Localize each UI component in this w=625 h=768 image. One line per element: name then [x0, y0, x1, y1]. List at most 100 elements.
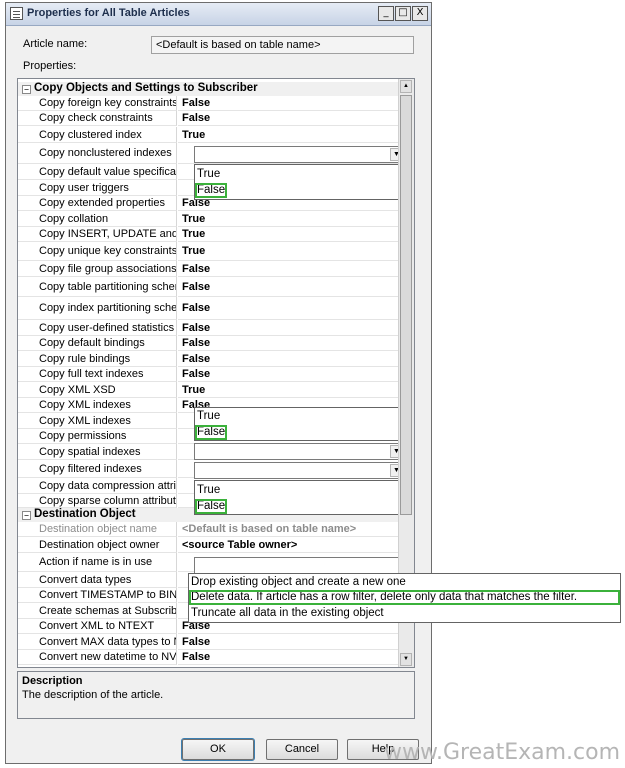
property-name: Copy sparse column attribute: [18, 494, 177, 508]
property-value[interactable]: False: [178, 277, 400, 297]
property-row[interactable]: Copy table partitioning schemesFalse: [18, 277, 400, 297]
property-value[interactable]: <source Table owner>: [178, 537, 400, 553]
property-name: Copy permissions: [18, 429, 177, 444]
action-option-delete-selected[interactable]: Delete data. If article has a row filter…: [189, 590, 620, 605]
nonclustered-indexes-dropdown[interactable]: ▼: [194, 146, 405, 163]
property-value[interactable]: True: [178, 242, 400, 261]
title-bar: Properties for All Table Articles _ □ X: [6, 3, 431, 26]
scroll-thumb[interactable]: [400, 95, 412, 515]
property-row[interactable]: Copy check constraints False: [18, 111, 400, 126]
property-name: Copy default value specifications: [18, 164, 177, 180]
property-name: Copy XML indexes: [18, 398, 177, 413]
property-value[interactable]: True: [178, 382, 400, 398]
property-value[interactable]: False: [178, 367, 400, 382]
property-row[interactable]: Copy unique key constraints True: [18, 242, 400, 261]
property-name: Convert XML to NTEXT: [18, 619, 177, 634]
action-option-drop[interactable]: Drop existing object and create a new on…: [189, 575, 620, 590]
property-row[interactable]: Copy collation True: [18, 211, 400, 227]
property-row[interactable]: Copy index partitioning schemesFalse: [18, 297, 400, 320]
property-name: Copy check constraints: [18, 111, 177, 126]
property-name: Copy nonclustered indexes: [18, 143, 177, 164]
ok-button[interactable]: OK: [181, 738, 255, 761]
property-value[interactable]: True: [178, 211, 400, 227]
minimize-button[interactable]: _: [378, 6, 394, 21]
property-name: Copy INSERT, UPDATE and DELETE: [18, 227, 177, 242]
property-value[interactable]: True: [178, 127, 400, 143]
action-option-truncate[interactable]: Truncate all data in the existing object: [189, 606, 620, 621]
property-row[interactable]: Copy INSERT, UPDATE and DELETETrue: [18, 227, 400, 242]
option-true[interactable]: True: [195, 483, 404, 498]
property-name: Copy clustered index: [18, 127, 177, 143]
category-copy-objects[interactable]: − Copy Objects and Settings to Subscribe…: [18, 82, 400, 96]
property-value[interactable]: False: [178, 111, 400, 126]
properties-window-icon: [10, 7, 23, 20]
option-true[interactable]: True: [195, 409, 404, 424]
option-false-selected[interactable]: False: [195, 499, 227, 514]
property-row[interactable]: Copy rule bindings False: [18, 351, 400, 367]
property-name: Copy file group associations: [18, 261, 177, 277]
option-false-selected[interactable]: False: [195, 183, 227, 198]
property-row[interactable]: Copy default bindings False: [18, 336, 400, 351]
property-name: Copy filtered indexes: [18, 460, 177, 478]
scroll-down-icon[interactable]: ▼: [400, 653, 412, 666]
property-name: Convert new datetime to NVARCHAR: [18, 650, 177, 665]
close-button[interactable]: X: [412, 6, 428, 21]
property-row[interactable]: Copy user-defined statistics False: [18, 320, 400, 336]
scroll-up-icon[interactable]: ▲: [400, 80, 412, 93]
option-false-selected[interactable]: False: [195, 425, 227, 440]
option-true[interactable]: True: [195, 167, 404, 182]
property-row[interactable]: Destination object name <Default is based…: [18, 522, 400, 537]
user-triggers-options-list[interactable]: True False: [194, 164, 405, 200]
property-value[interactable]: False: [178, 336, 400, 351]
sparse-column-options-list[interactable]: True False: [194, 480, 405, 515]
properties-dialog: Properties for All Table Articles _ □ X …: [5, 2, 432, 764]
permissions-options-list[interactable]: True False: [194, 407, 405, 441]
properties-label: Properties:: [23, 60, 77, 72]
property-row[interactable]: Copy foreign key constraints False: [18, 96, 400, 111]
property-row[interactable]: Destination object owner <source Table ow…: [18, 537, 400, 553]
description-panel: Description The description of the artic…: [17, 671, 415, 719]
property-name: Copy collation: [18, 211, 177, 227]
property-row[interactable]: Copy clustered index True: [18, 127, 400, 143]
property-value[interactable]: False: [178, 96, 400, 111]
action-if-name-in-use-dropdown[interactable]: ▼: [194, 557, 414, 574]
property-name: Copy rule bindings: [18, 351, 177, 367]
property-name: Copy spatial indexes: [18, 444, 177, 460]
property-name: Create schemas at Subscriber: [18, 603, 177, 619]
watermark: www.GreatExam.com: [384, 740, 621, 765]
filtered-indexes-dropdown[interactable]: ▼: [194, 462, 405, 479]
property-name: Copy user triggers: [18, 180, 177, 196]
collapse-toggle-icon[interactable]: −: [22, 511, 31, 520]
property-value[interactable]: False: [178, 297, 400, 320]
property-value[interactable]: False: [178, 634, 400, 650]
property-name: Copy XML XSD: [18, 382, 177, 398]
property-name: Copy data compression attributes: [18, 478, 177, 494]
maximize-button[interactable]: □: [395, 6, 411, 21]
property-value[interactable]: False: [178, 650, 400, 665]
property-value[interactable]: False: [178, 261, 400, 277]
cancel-button[interactable]: Cancel: [266, 739, 338, 760]
description-title: Description: [22, 675, 83, 687]
collapse-toggle-icon[interactable]: −: [22, 85, 31, 94]
window-title: Properties for All Table Articles: [27, 7, 190, 19]
property-name: Copy XML indexes: [18, 413, 177, 429]
property-name: Copy full text indexes: [18, 367, 177, 382]
action-if-name-in-use-options-list[interactable]: Drop existing object and create a new on…: [188, 573, 621, 623]
property-value[interactable]: False: [178, 351, 400, 367]
property-value[interactable]: False: [178, 320, 400, 336]
property-row[interactable]: Convert new datetime to NVARCHARFalse: [18, 650, 400, 665]
property-row[interactable]: Copy file group associations False: [18, 261, 400, 277]
property-name: Copy default bindings: [18, 336, 177, 351]
property-name: Action if name is in use: [18, 553, 177, 572]
article-name-field[interactable]: <Default is based on table name>: [151, 36, 414, 54]
property-value[interactable]: <Default is based on table name>: [178, 522, 400, 537]
property-row[interactable]: Convert MAX data types to NTEXTFalse: [18, 634, 400, 650]
spatial-indexes-dropdown[interactable]: ▼: [194, 443, 405, 460]
property-row[interactable]: Copy XML XSD True: [18, 382, 400, 398]
property-name: Copy index partitioning schemes: [18, 297, 177, 320]
property-row[interactable]: Copy full text indexes False: [18, 367, 400, 382]
property-value[interactable]: True: [178, 227, 400, 242]
description-text: The description of the article.: [22, 689, 164, 701]
property-name: Copy extended properties: [18, 196, 177, 211]
property-name: Convert TIMESTAMP to BINARY: [18, 588, 177, 603]
